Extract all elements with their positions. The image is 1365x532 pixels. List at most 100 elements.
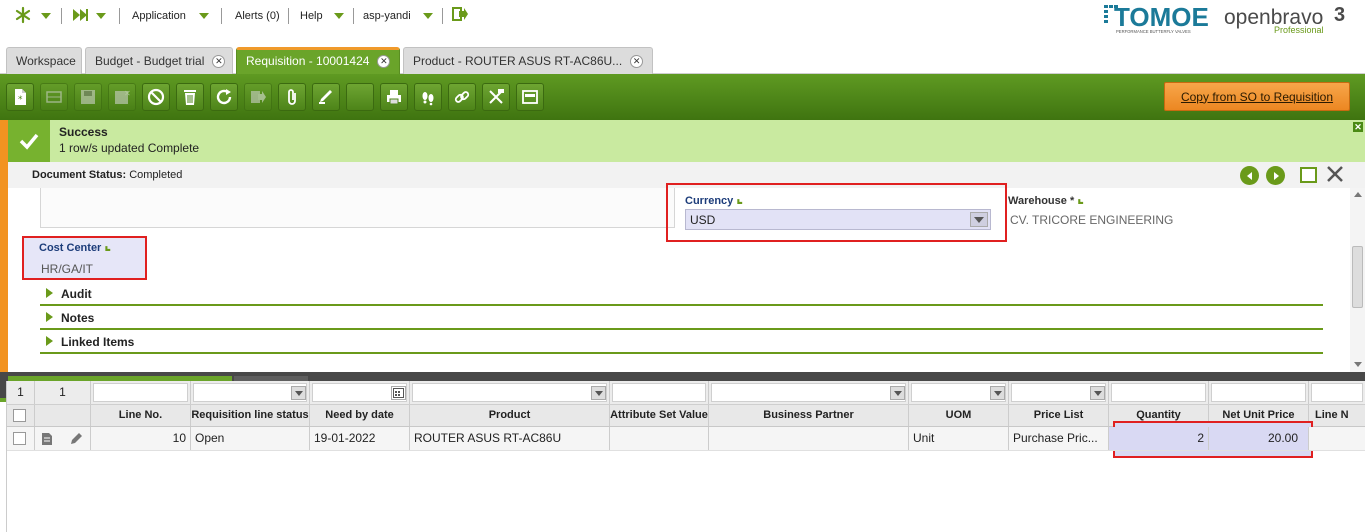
quick-launch-caret-icon[interactable] — [41, 8, 51, 24]
scrollbar-thumb — [1352, 246, 1363, 308]
new-row-button[interactable] — [40, 83, 68, 111]
undo-button[interactable] — [142, 83, 170, 111]
window-toolbar: * ✕ Copy from SO to Requisition — [0, 74, 1365, 120]
alerts-link[interactable]: Alerts (0) — [235, 8, 280, 24]
filter-line-no[interactable] — [91, 381, 191, 404]
link-button[interactable] — [448, 83, 476, 111]
attachment-icon — [288, 89, 296, 105]
tab-workspace[interactable]: Workspace — [6, 47, 82, 74]
filter-attribute-set[interactable] — [610, 381, 709, 404]
tools-button[interactable] — [482, 83, 510, 111]
previous-record-icon[interactable] — [1240, 166, 1259, 185]
header-need-by-date[interactable]: Need by date — [310, 405, 410, 426]
header-uom[interactable]: UOM — [909, 405, 1009, 426]
filter-business-partner[interactable] — [709, 381, 909, 404]
chevron-down-icon[interactable] — [970, 212, 988, 227]
tab-product[interactable]: Product - ROUTER ASUS RT-AC86U... ✕ — [403, 47, 653, 74]
print-button[interactable] — [380, 83, 408, 111]
select-all-checkbox[interactable] — [7, 405, 35, 426]
application-menu-caret-icon[interactable] — [199, 8, 209, 24]
filter-uom[interactable] — [909, 381, 1009, 404]
header-price-list[interactable]: Price List — [1009, 405, 1109, 426]
refresh-button[interactable] — [210, 83, 238, 111]
copy-from-so-button[interactable]: Copy from SO to Requisition — [1164, 82, 1350, 111]
filter-line-net[interactable] — [1309, 381, 1365, 404]
filter-need-by-date[interactable] — [310, 381, 410, 404]
process-button[interactable] — [312, 83, 340, 111]
blank-toolbar-button[interactable] — [346, 83, 374, 111]
user-profile-menu[interactable]: asp-yandi — [363, 8, 411, 24]
edit-pencil-icon[interactable] — [69, 432, 83, 446]
header-line-no[interactable]: Line No. — [91, 405, 191, 426]
link-arrow-icon — [1078, 199, 1084, 204]
tomoe-logo-text: TOMOE — [1114, 2, 1208, 32]
tomoe-logo-tagline: PERFORMANCE BUTTERFLY VALVES — [1116, 29, 1191, 34]
save-close-icon: ✕ — [115, 89, 131, 104]
close-tab-icon[interactable]: ✕ — [377, 55, 391, 69]
openbravo-star-icon[interactable] — [14, 6, 32, 24]
cell-business-partner — [709, 427, 909, 450]
app-window: Application Alerts (0) Help asp-yandi TO… — [0, 0, 1365, 532]
chevron-down-icon — [291, 386, 306, 400]
header-line-net[interactable]: Line N — [1309, 405, 1365, 426]
attachment-button[interactable] — [278, 83, 306, 111]
warehouse-value: CV. TRICORE ENGINEERING — [1010, 213, 1174, 227]
close-tab-icon[interactable]: ✕ — [212, 55, 226, 69]
audit-trail-button[interactable] — [414, 83, 442, 111]
section-audit[interactable]: Audit — [40, 282, 1323, 306]
filter-row: 1 1 — [7, 381, 1365, 405]
close-tab-icon[interactable]: ✕ — [630, 55, 644, 69]
cell-line-net — [1309, 427, 1365, 450]
currency-select[interactable]: USD — [685, 209, 991, 230]
section-linked-items[interactable]: Linked Items — [40, 330, 1323, 354]
header-attribute-set[interactable]: Attribute Set Value — [610, 405, 709, 426]
chevron-down-icon — [990, 386, 1005, 400]
header-business-partner[interactable]: Business Partner — [709, 405, 909, 426]
logout-icon[interactable] — [452, 6, 468, 22]
delete-button[interactable] — [176, 83, 204, 111]
message-title: Success — [59, 125, 108, 139]
next-record-icon[interactable] — [1266, 166, 1285, 185]
cost-center-label: Cost Center — [39, 242, 112, 254]
fast-forward-icon[interactable] — [71, 6, 89, 22]
tab-budget[interactable]: Budget - Budget trial ✕ — [85, 47, 233, 74]
filter-net-unit-price[interactable] — [1209, 381, 1309, 404]
header-status[interactable]: Requisition line status — [191, 405, 310, 426]
grid-view-button[interactable] — [516, 83, 544, 111]
filter-price-list[interactable] — [1009, 381, 1109, 404]
document-status: Document Status: Completed — [32, 169, 182, 181]
header-product[interactable]: Product — [410, 405, 610, 426]
section-notes[interactable]: Notes — [40, 306, 1323, 330]
description-field[interactable] — [40, 188, 675, 228]
expand-arrow-icon — [46, 312, 53, 322]
row-checkbox[interactable] — [7, 427, 35, 450]
cell-status: Open — [191, 427, 310, 450]
help-menu[interactable]: Help — [300, 8, 323, 24]
filter-status[interactable] — [191, 381, 310, 404]
save-close-button[interactable]: ✕ — [108, 83, 136, 111]
tab-requisition[interactable]: Requisition - 10001424 ✕ — [236, 47, 400, 74]
save-button[interactable] — [74, 83, 102, 111]
filter-product[interactable] — [410, 381, 610, 404]
print-icon — [387, 90, 401, 105]
close-form-icon[interactable] — [1326, 165, 1344, 183]
document-status-label: Document Status: — [32, 169, 127, 181]
application-menu[interactable]: Application — [132, 8, 186, 24]
help-menu-caret-icon[interactable] — [334, 8, 344, 24]
open-form-icon[interactable] — [41, 432, 53, 446]
tomoe-logo: TOMOE PERFORMANCE BUTTERFLY VALVES — [1104, 2, 1209, 34]
export-button[interactable] — [244, 83, 272, 111]
form-scrollbar[interactable] — [1350, 188, 1365, 372]
audit-trail-icon — [422, 92, 434, 106]
new-document-button[interactable]: * — [6, 83, 34, 111]
tools-icon — [489, 89, 504, 104]
close-message-icon[interactable]: ✕ — [1353, 122, 1363, 132]
filter-quantity[interactable] — [1109, 381, 1209, 404]
svg-text:*: * — [18, 95, 23, 105]
maximize-icon[interactable] — [1300, 167, 1317, 183]
recent-views-caret-icon[interactable] — [96, 8, 106, 24]
main-tab-bar: Workspace Budget - Budget trial ✕ Requisi… — [0, 44, 1365, 74]
table-row[interactable]: 10 Open 19-01-2022 ROUTER ASUS RT-AC86U … — [7, 427, 1365, 451]
form-area: Success 1 row/s updated Complete ✕ Docum… — [0, 120, 1365, 372]
user-menu-caret-icon[interactable] — [423, 8, 433, 24]
